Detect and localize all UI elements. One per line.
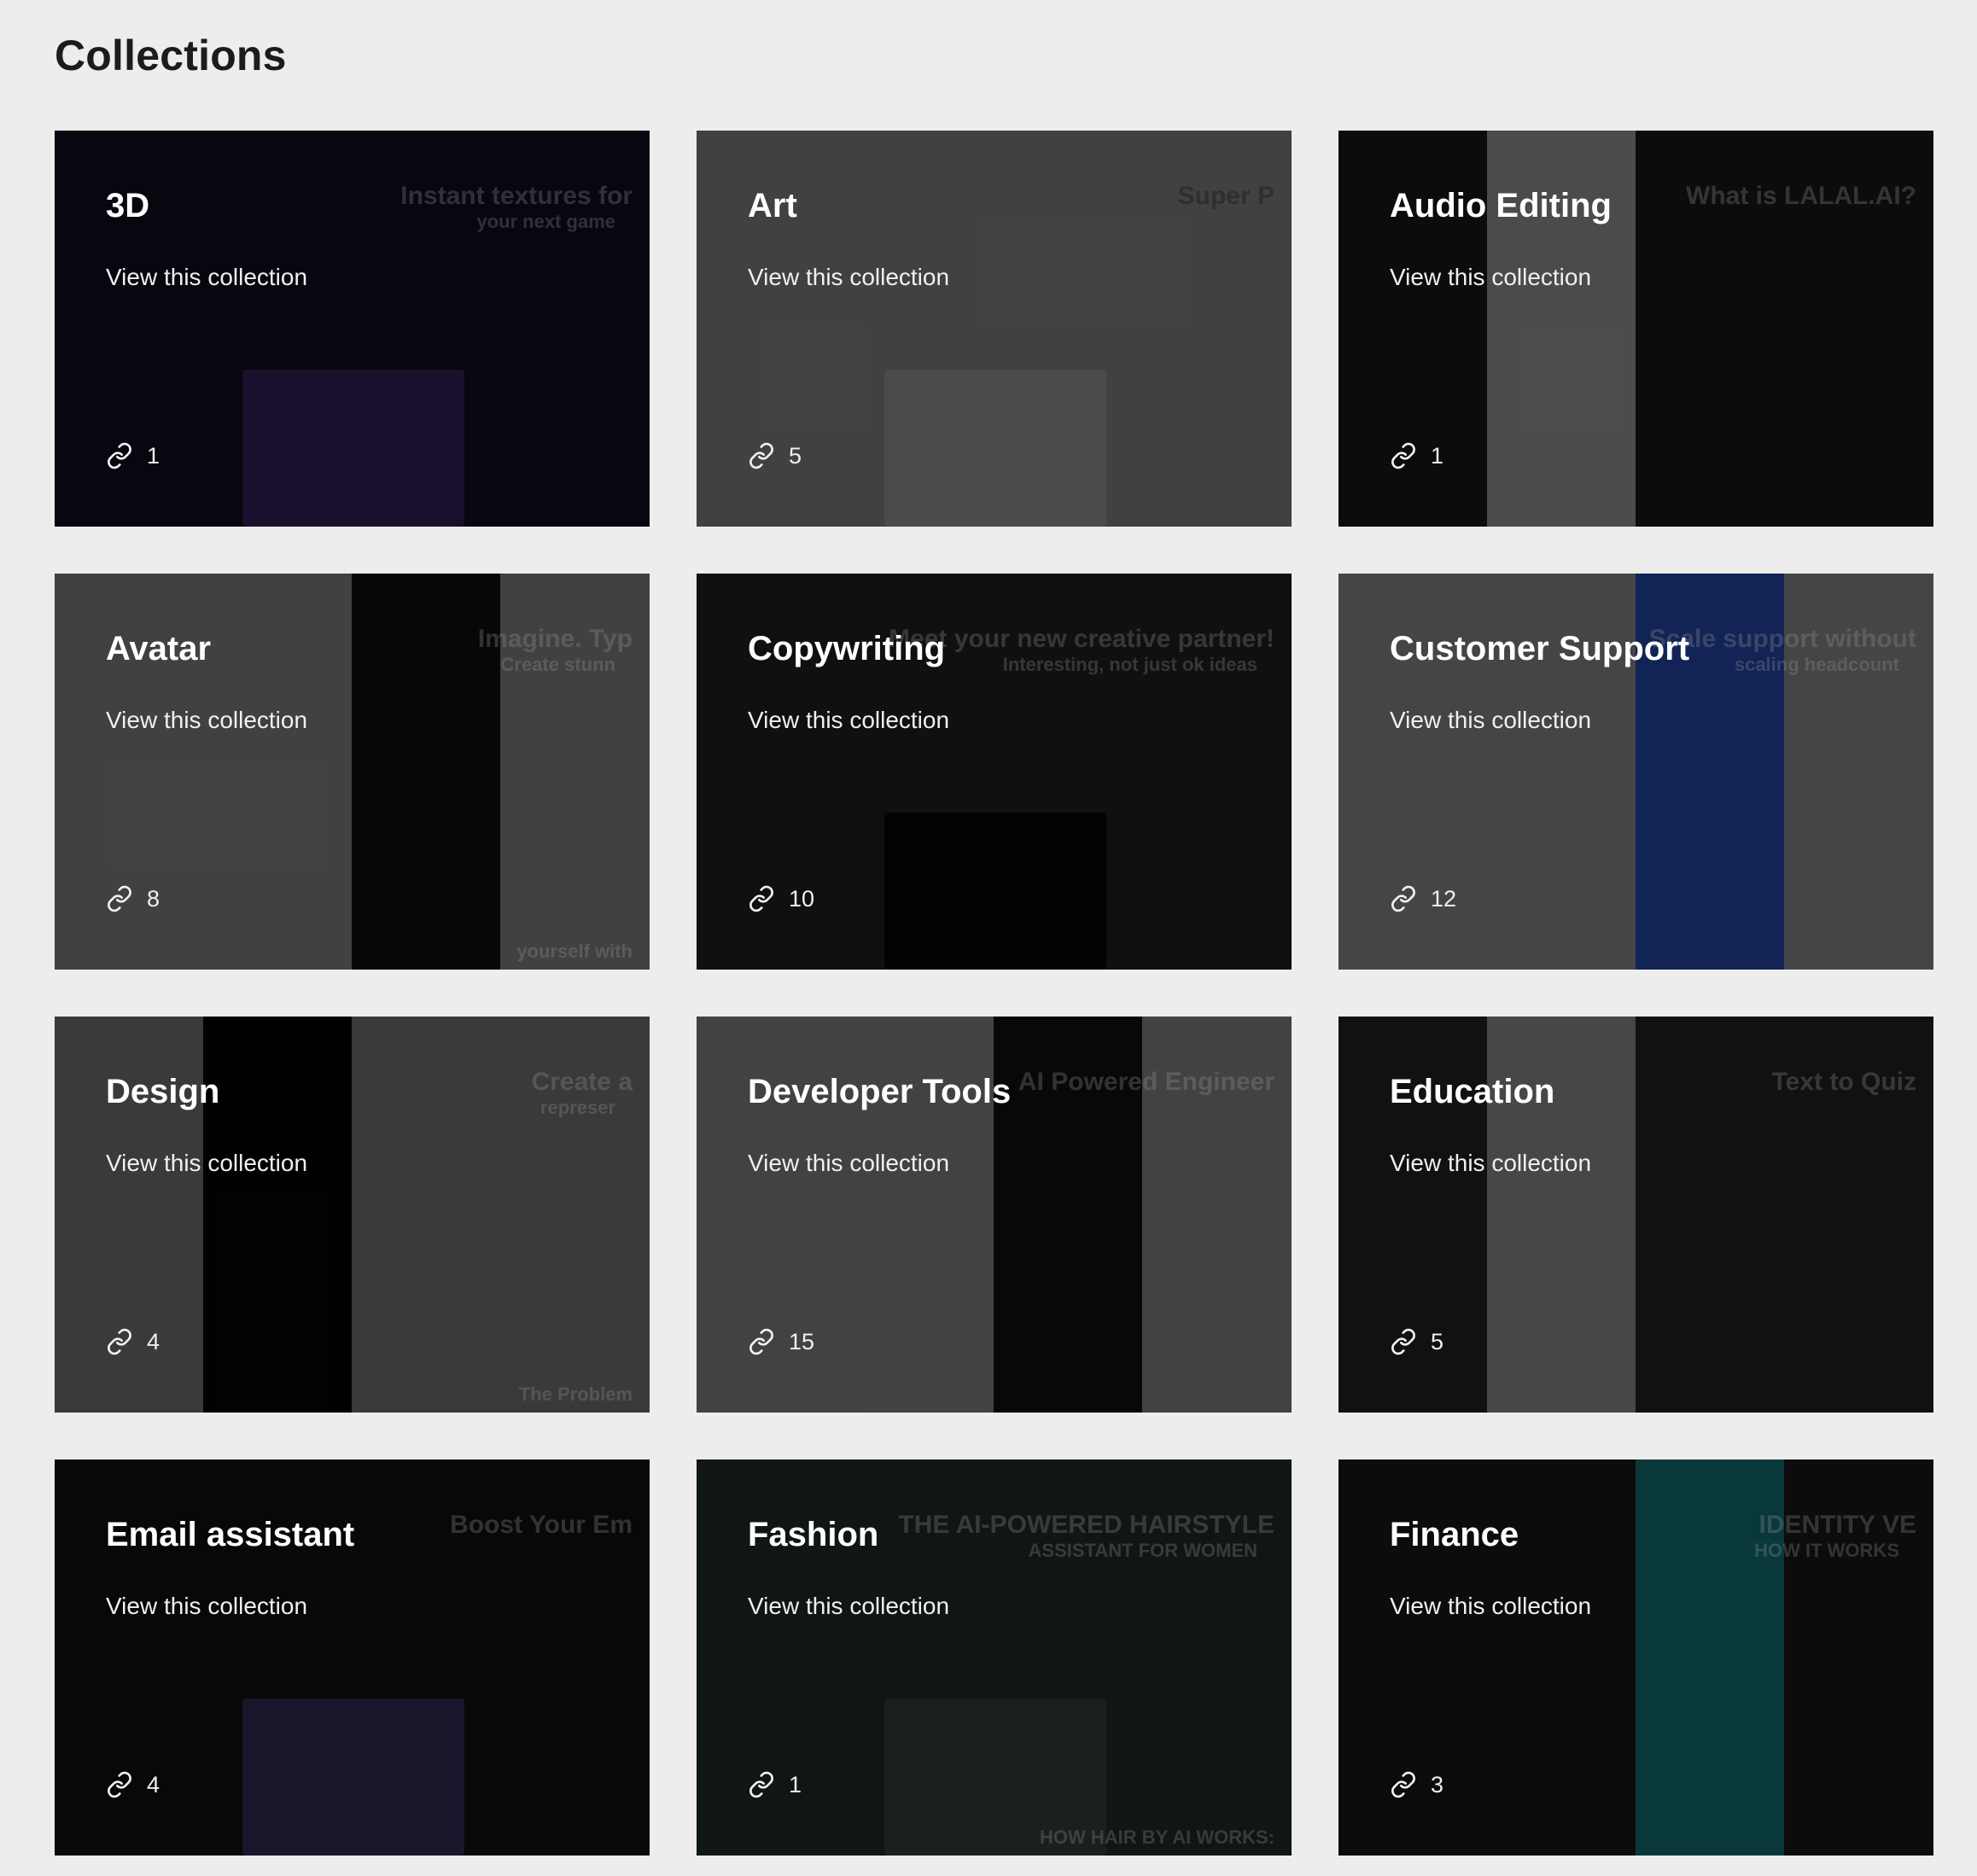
link-count: 1 (1390, 442, 1443, 469)
collection-card-finance[interactable]: IDENTITY VE HOW IT WORKS Finance View thi… (1338, 1459, 1933, 1856)
link-count: 15 (748, 1328, 814, 1355)
link-count-value: 3 (1431, 1771, 1444, 1797)
link-count-value: 1 (1431, 442, 1444, 469)
collection-card-developer-tools[interactable]: AI Powered Engineer Developer Tools View… (697, 1017, 1292, 1413)
view-collection-link[interactable]: View this collection (106, 707, 307, 734)
view-collection-link[interactable]: View this collection (1390, 707, 1591, 734)
collection-card-audio-editing[interactable]: What is LALAL.AI? Audio Editing View thi… (1338, 131, 1933, 527)
page-title: Collections (55, 32, 287, 79)
view-collection-link[interactable]: View this collection (748, 707, 949, 734)
collection-card-email-assistant[interactable]: Boost Your Em Email assistant View this … (55, 1459, 650, 1856)
link-count-value: 1 (147, 442, 160, 469)
view-collection-link[interactable]: View this collection (1390, 264, 1591, 291)
collection-card-design[interactable]: Create a represer The Problem Design View … (55, 1017, 650, 1413)
collection-title: Email assistant (106, 1516, 355, 1553)
link-icon (108, 442, 131, 469)
collection-card-customer-support[interactable]: Scale support without scaling headcount C… (1338, 574, 1933, 970)
link-count: 1 (748, 1771, 802, 1798)
link-count-value: 1 (789, 1771, 802, 1797)
view-collection-link[interactable]: View this collection (106, 1593, 307, 1620)
link-icon (749, 442, 773, 469)
collection-title: Customer Support (1390, 630, 1690, 667)
link-icon (1391, 1328, 1415, 1355)
link-count: 5 (748, 442, 802, 469)
collection-card-art[interactable]: Super P Art View this collection 5 (697, 131, 1292, 527)
link-count-value: 8 (147, 885, 160, 912)
collection-title: 3D (106, 187, 150, 224)
collection-title: Copywriting (748, 630, 946, 667)
link-count-value: 15 (789, 1328, 815, 1355)
link-count: 3 (1390, 1771, 1443, 1798)
view-collection-link[interactable]: View this collection (106, 1150, 307, 1177)
collection-title: Avatar (106, 630, 212, 667)
collection-title: Audio Editing (1390, 187, 1612, 224)
link-icon (749, 1328, 773, 1355)
link-count-value: 10 (789, 885, 815, 912)
collection-title: Design (106, 1073, 220, 1110)
collection-title: Developer Tools (748, 1073, 1012, 1110)
link-count: 10 (748, 885, 814, 912)
collection-title: Education (1390, 1073, 1555, 1110)
collection-card-education[interactable]: Text to Quiz Education View this collect… (1338, 1017, 1933, 1413)
collection-card-3d[interactable]: Instant textures for your next game 3D Vi… (55, 131, 650, 527)
collections-grid: Instant textures for your next game 3D Vi… (55, 131, 1933, 1856)
link-icon (1391, 1771, 1415, 1798)
collection-title: Fashion (748, 1516, 879, 1553)
link-icon (1391, 885, 1415, 912)
collection-card-fashion[interactable]: THE AI-POWERED HAIRSTYLE ASSISTANT FOR WO… (697, 1459, 1292, 1856)
collection-card-avatar[interactable]: Imagine. Typ Create stunn yourself with Av… (55, 574, 650, 970)
view-collection-link[interactable]: View this collection (1390, 1593, 1591, 1620)
view-collection-link[interactable]: View this collection (748, 1150, 949, 1177)
link-count-value: 5 (1431, 1328, 1444, 1355)
link-count: 4 (106, 1328, 160, 1355)
collection-card-copywriting[interactable]: Meet your new creative partner! Interesti… (697, 574, 1292, 970)
link-count: 12 (1390, 885, 1456, 912)
link-icon (108, 885, 131, 912)
link-icon (749, 1771, 773, 1798)
link-icon (1391, 442, 1415, 469)
link-count-value: 12 (1431, 885, 1457, 912)
link-count: 4 (106, 1771, 160, 1798)
link-icon (108, 1771, 131, 1798)
link-count: 1 (106, 442, 160, 469)
link-icon (108, 1328, 131, 1355)
link-count-value: 5 (789, 442, 802, 469)
view-collection-link[interactable]: View this collection (748, 264, 949, 291)
link-count-value: 4 (147, 1328, 160, 1355)
collection-title: Art (748, 187, 797, 224)
link-count: 5 (1390, 1328, 1443, 1355)
view-collection-link[interactable]: View this collection (1390, 1150, 1591, 1177)
view-collection-link[interactable]: View this collection (106, 264, 307, 291)
link-count: 8 (106, 885, 160, 912)
view-collection-link[interactable]: View this collection (748, 1593, 949, 1620)
collection-title: Finance (1390, 1516, 1519, 1553)
link-icon (749, 885, 773, 912)
link-count-value: 4 (147, 1771, 160, 1797)
